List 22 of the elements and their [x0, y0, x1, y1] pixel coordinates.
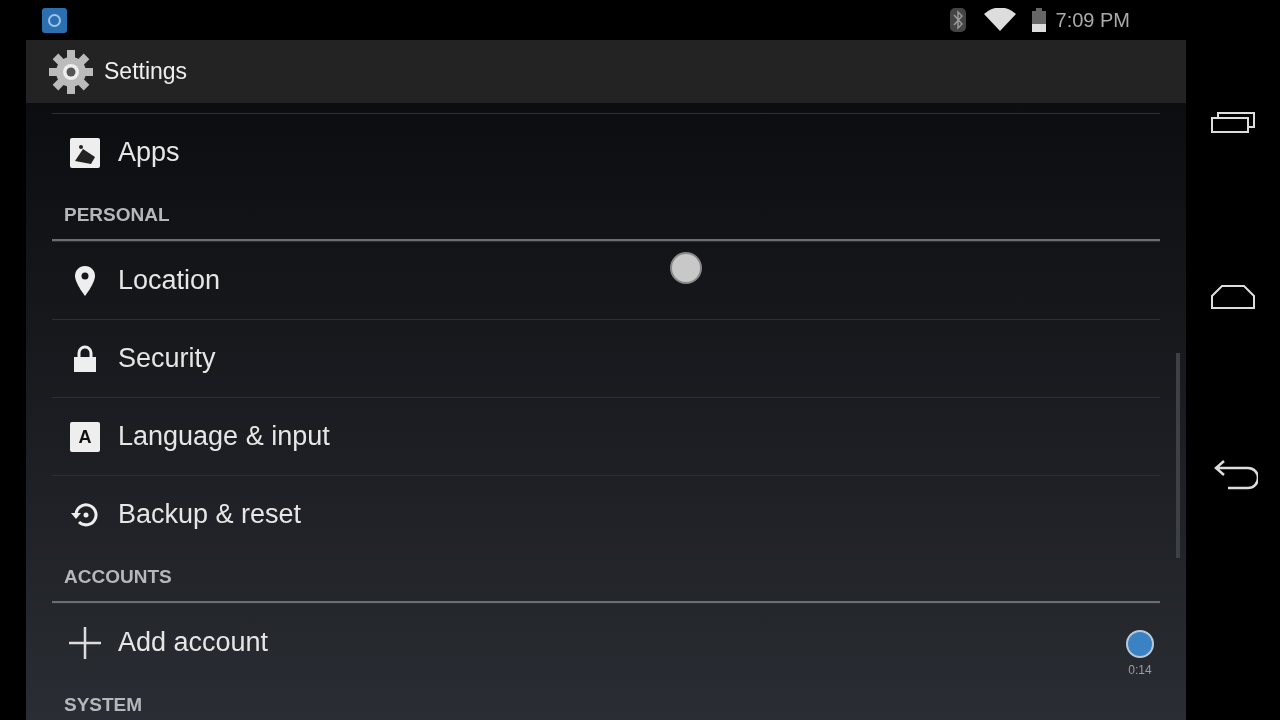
- section-header: ACCOUNTS: [64, 564, 172, 589]
- settings-item[interactable]: Security: [52, 319, 1160, 397]
- window-title: Settings: [104, 57, 188, 87]
- battery-icon: [1031, 8, 1046, 32]
- wifi-icon: [983, 8, 1016, 32]
- lock-icon: [73, 344, 97, 373]
- section-header: PERSONAL: [64, 202, 170, 227]
- settings-icon: [48, 48, 94, 95]
- app-notification-icon: [42, 7, 67, 33]
- bluetooth-icon: [949, 8, 966, 32]
- home-icon[interactable]: [1210, 284, 1256, 310]
- section-header: SYSTEM: [64, 692, 143, 717]
- settings-item[interactable]: Backup & reset: [52, 475, 1160, 553]
- location-pin-icon: [74, 264, 96, 297]
- android-app-icon: [69, 136, 101, 169]
- settings-item[interactable]: Apps: [52, 113, 1160, 191]
- settings-item[interactable]: A Language & input: [52, 397, 1160, 475]
- plus-icon: [68, 625, 102, 660]
- language-icon: A: [70, 421, 100, 452]
- recent-apps-icon[interactable]: [1210, 110, 1256, 134]
- status-clock: 7:09 PM: [1055, 8, 1130, 33]
- recording-time: 0:14: [1128, 662, 1152, 679]
